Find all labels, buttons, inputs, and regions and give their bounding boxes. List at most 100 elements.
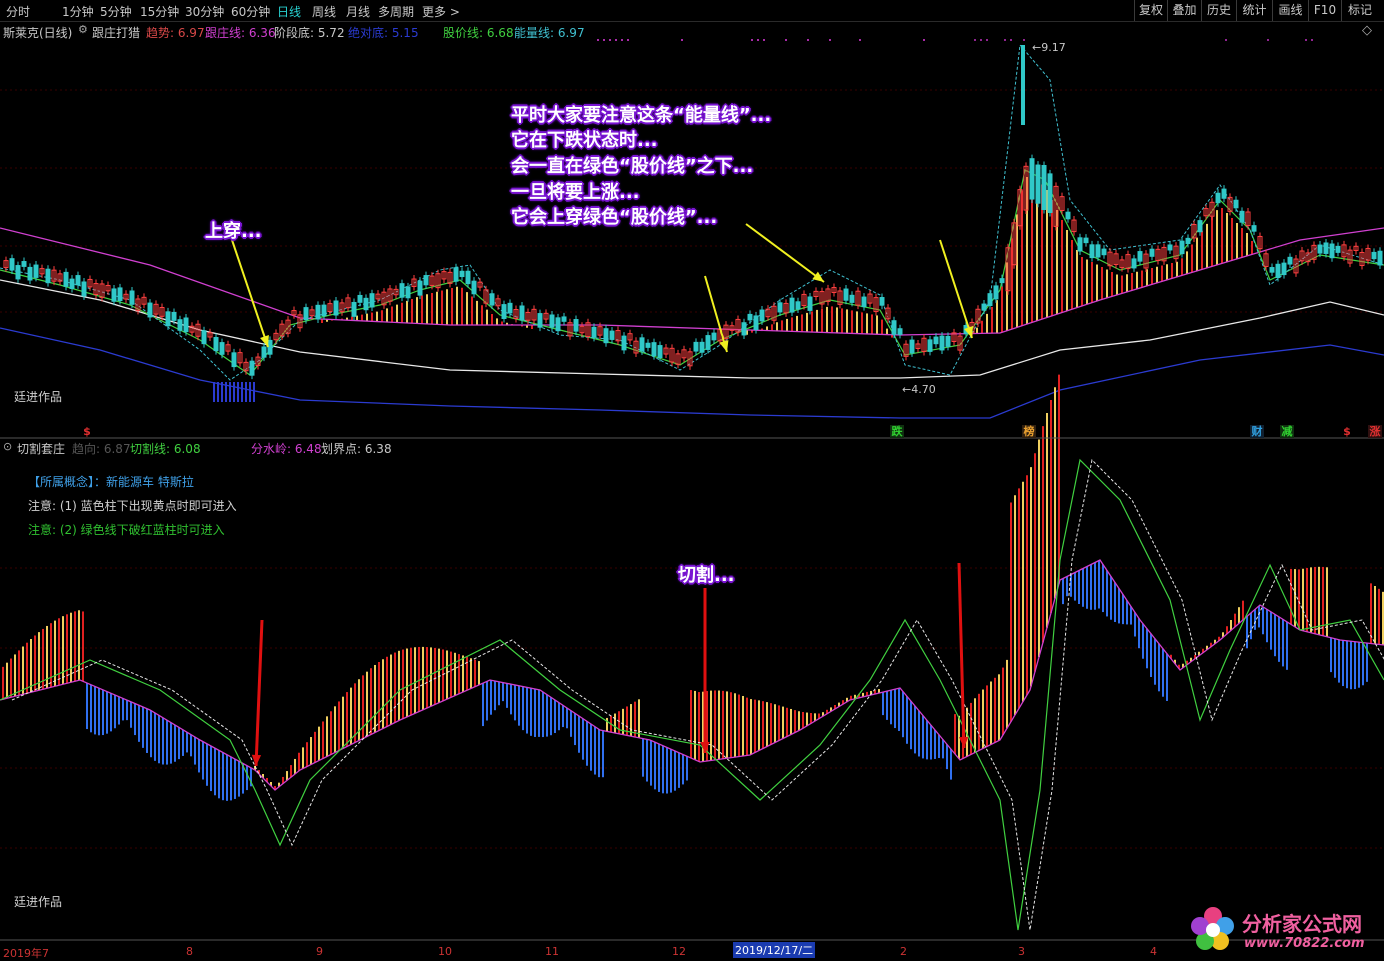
candle-body <box>519 305 525 321</box>
top-dot <box>603 39 605 41</box>
candle-body <box>699 341 705 353</box>
top-dot <box>829 39 831 41</box>
candle-body <box>471 280 477 295</box>
candle-body <box>843 288 849 301</box>
date-label: 12 <box>672 945 686 958</box>
note-one: 注意: (1) 蓝色柱下出现黄点时即可进入 <box>28 499 237 513</box>
candle-body <box>351 301 357 317</box>
candle-body <box>1083 237 1089 244</box>
candle-body <box>879 297 885 306</box>
stock-title: 斯莱克(日线) <box>3 26 73 40</box>
candle-body <box>933 336 939 345</box>
top-dot <box>1225 39 1227 41</box>
legend-follow-line: 跟庄线: 6.36 <box>205 26 276 40</box>
candle-body <box>117 287 123 302</box>
candle-body <box>453 267 459 282</box>
yellow-arrow-head <box>812 271 824 282</box>
candle-body <box>651 342 657 357</box>
top-dot <box>1305 39 1307 41</box>
candle-body <box>1047 173 1053 213</box>
candle-body <box>1329 243 1335 259</box>
candle-body <box>147 302 153 318</box>
candle-body <box>177 319 183 331</box>
candle-body <box>657 345 663 359</box>
candle-body <box>561 316 567 322</box>
low-price-value: 4.70 <box>911 383 936 396</box>
logo-name: 分析家公式网 <box>1242 912 1362 936</box>
panel-options-icon[interactable]: ◇ <box>1362 23 1372 38</box>
low-price-label: ←4.70 <box>902 383 936 396</box>
candle-body <box>987 293 993 307</box>
candle-body <box>1239 210 1245 223</box>
lower-indicator-name[interactable]: 切割套庄 <box>17 440 65 457</box>
candle-body <box>945 335 951 347</box>
top-dot <box>627 39 629 41</box>
candle-body <box>693 341 699 352</box>
candle-body <box>999 278 1005 284</box>
candle-body <box>405 286 411 299</box>
candle-body <box>81 281 87 297</box>
annotation-energy-line-2: 它在下跌状态时... <box>511 130 658 151</box>
upper-volume-bars <box>213 177 1258 402</box>
candle-body <box>705 335 711 350</box>
annotation-energy-line-4: 一旦将要上涨... <box>511 182 640 203</box>
concept-tag[interactable]: 【所属概念】：新能源车 特斯拉 <box>28 473 194 490</box>
candle-body <box>423 275 429 286</box>
candle-body <box>501 304 507 319</box>
candle-body <box>249 360 255 376</box>
candle-body <box>1251 225 1257 232</box>
top-dot <box>681 39 683 41</box>
top-dot <box>1267 39 1269 41</box>
candle-body <box>27 266 33 281</box>
candle-body <box>753 315 759 330</box>
candle-body <box>741 322 747 336</box>
candle-body <box>69 278 75 289</box>
yellow-arrow-head <box>719 340 729 352</box>
candle-body <box>891 320 897 335</box>
candle-body <box>63 271 69 287</box>
date-label: 8 <box>186 945 193 958</box>
candle-body <box>315 304 321 320</box>
upper-indicator-name[interactable]: 跟庄打猎 <box>92 24 140 41</box>
candle-body <box>333 300 339 316</box>
legend-watershed: 分水岭: 6.48 <box>251 442 322 456</box>
date-label: 11 <box>545 945 559 958</box>
red-arrow-head <box>700 741 710 753</box>
candle-body <box>711 332 717 341</box>
collapse-icon[interactable]: ⊙ <box>3 440 12 453</box>
candle-body <box>45 268 51 284</box>
top-dot <box>1023 39 1025 41</box>
candle-body <box>1269 267 1275 273</box>
candle-body <box>1035 164 1041 204</box>
candle-body <box>9 258 15 271</box>
candle-body <box>759 309 765 322</box>
settings-gear-icon[interactable]: ⚙ <box>78 23 88 36</box>
site-logo: 分析家公式网 www.70822.com <box>1186 900 1384 960</box>
signal-marker: 跌 <box>890 425 904 438</box>
candle-body <box>1233 199 1239 209</box>
note-two: 注意: (2) 绿色线下破红蓝柱时可进入 <box>28 523 225 537</box>
candle-body <box>363 297 369 311</box>
absolute-bottom-line <box>0 327 1384 419</box>
red-arrow <box>254 619 264 767</box>
date-label: 10 <box>438 945 452 958</box>
candle-body <box>1041 165 1047 211</box>
candle-body <box>645 342 651 348</box>
candle-body <box>897 328 903 335</box>
candle-body <box>33 264 39 278</box>
top-dot <box>980 39 982 41</box>
top-dot <box>1010 39 1012 41</box>
date-label: 9 <box>316 945 323 958</box>
candle-body <box>231 352 237 368</box>
top-dot <box>597 39 599 41</box>
legend-direction: 趋向: 6.87 <box>72 442 131 456</box>
signal-marker: 涨 <box>1368 425 1382 438</box>
candle-body <box>549 314 555 328</box>
chart-canvas[interactable] <box>0 0 1384 961</box>
candle-body <box>1101 248 1107 256</box>
candle-body <box>1077 237 1083 252</box>
candle-body <box>1275 263 1281 279</box>
candle-body <box>927 339 933 352</box>
candle-body <box>201 330 207 345</box>
top-dot <box>923 39 925 41</box>
